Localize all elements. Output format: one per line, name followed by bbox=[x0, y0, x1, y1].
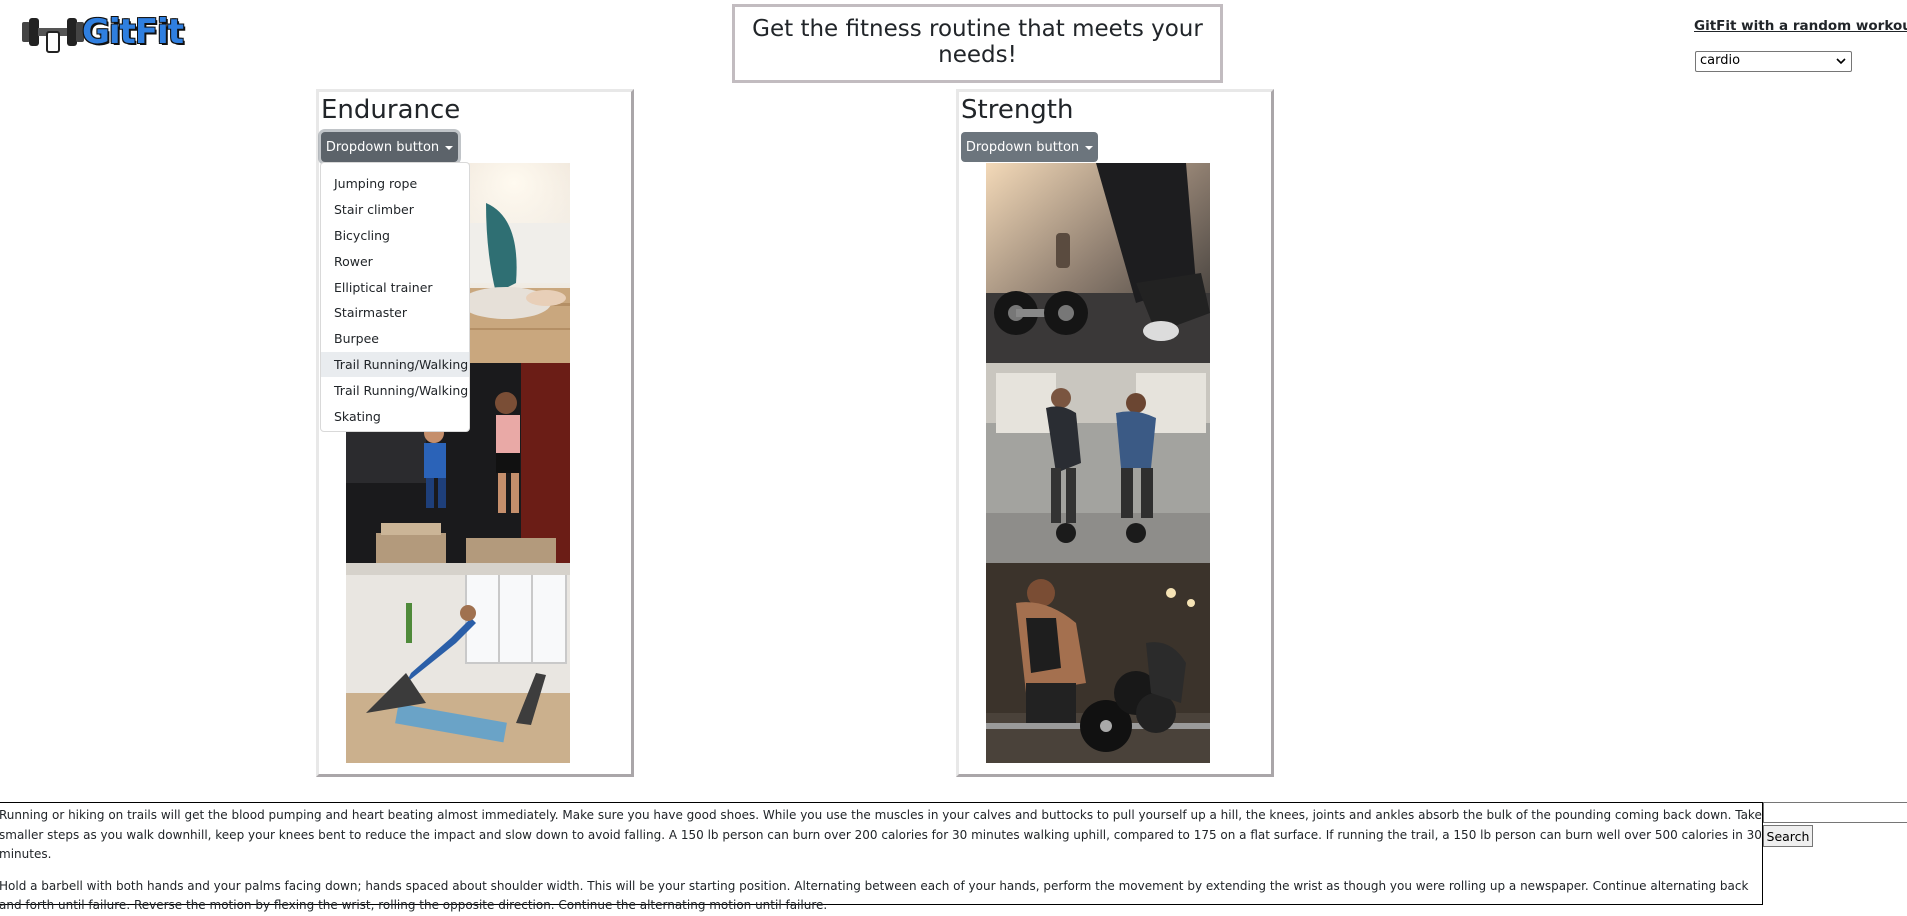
dropdown-item-trail-running-walking[interactable]: Trail Running/Walking bbox=[321, 351, 469, 378]
random-workout-link[interactable]: GitFit with a random workout! bbox=[1694, 18, 1907, 34]
dumbbell-icon bbox=[22, 18, 84, 53]
dropdown-item-skating[interactable]: Skating bbox=[321, 403, 469, 429]
strength-title: Strength bbox=[961, 95, 1074, 125]
dropdown-item-jumping-rope[interactable]: Jumping rope bbox=[321, 171, 469, 197]
dropdown-item-burpee[interactable]: Burpee bbox=[321, 326, 469, 352]
caret-down-icon bbox=[1085, 146, 1094, 150]
endurance-dropdown-button[interactable]: Dropdown button bbox=[321, 132, 458, 162]
search-input[interactable] bbox=[1763, 802, 1907, 823]
workout-type-select[interactable]: cardio bbox=[1695, 51, 1852, 72]
dropdown-button-label: Dropdown button bbox=[325, 139, 440, 155]
barbell-deadlift-photo bbox=[986, 563, 1210, 763]
dropdown-item-stairmaster[interactable]: Stairmaster bbox=[321, 300, 469, 326]
dropdown-item-trail-running-walking-2[interactable]: Trail Running/Walking bbox=[321, 377, 469, 403]
dropdown-item-elliptical-trainer[interactable]: Elliptical trainer bbox=[321, 274, 469, 300]
dropdown-item-stair-climber[interactable]: Stair climber bbox=[321, 197, 469, 223]
chevron-down-icon bbox=[1836, 58, 1846, 65]
strength-dropdown-button[interactable]: Dropdown button bbox=[961, 132, 1098, 162]
dumbbells-photo bbox=[986, 163, 1210, 363]
workout-type-selected: cardio bbox=[1700, 53, 1741, 68]
header-banner: Get the fitness routine that meets your … bbox=[732, 4, 1223, 83]
workout-description: Running or hiking on trails will get the… bbox=[0, 802, 1763, 912]
kettlebell-photo bbox=[986, 363, 1210, 563]
strength-panel: Strength Dropdown button bbox=[956, 89, 1274, 777]
search-button[interactable]: Search bbox=[1763, 825, 1813, 847]
caret-down-icon bbox=[445, 146, 454, 150]
description-paragraph: Running or hiking on trails will get the… bbox=[0, 808, 1762, 861]
dropdown-item-bicycling[interactable]: Bicycling bbox=[321, 223, 469, 249]
dropdown-button-label: Dropdown button bbox=[965, 139, 1080, 155]
dropdown-item-rower[interactable]: Rower bbox=[321, 248, 469, 274]
page-title: Get the fitness routine that meets your … bbox=[752, 16, 1203, 68]
yoga-class-photo bbox=[346, 563, 570, 763]
gitfit-logo: GitFit bbox=[20, 10, 184, 54]
logo-text: GitFit bbox=[82, 12, 184, 52]
endurance-dropdown-menu: Jumping rope Stair climber Bicycling Row… bbox=[320, 162, 470, 432]
endurance-title: Endurance bbox=[321, 95, 461, 125]
